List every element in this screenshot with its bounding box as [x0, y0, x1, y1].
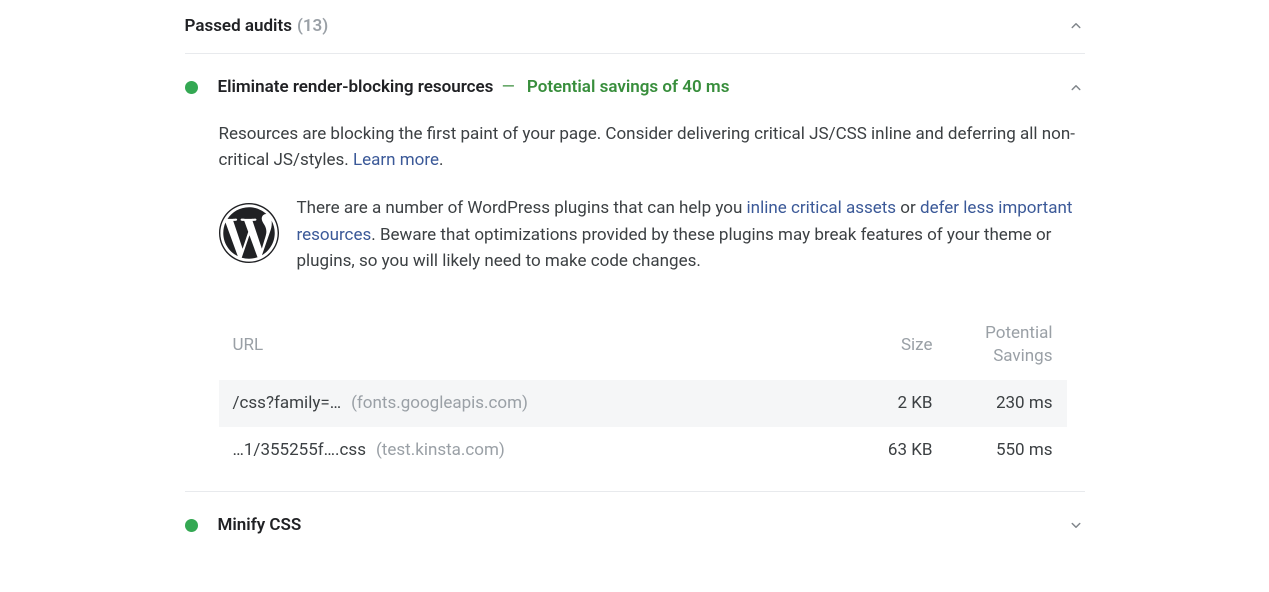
table-row: …1/355255f….css (test.kinsta.com) 63 KB … [219, 427, 1067, 473]
inline-critical-assets-link[interactable]: inline critical assets [747, 198, 897, 218]
audit-eliminate-render-blocking: Eliminate render-blocking resources — Pot… [185, 54, 1085, 492]
audit-header[interactable]: Eliminate render-blocking resources — Pot… [185, 54, 1085, 120]
wordpress-icon [219, 203, 279, 263]
resources-table: URL Size Potential Savings /css?family=…… [219, 310, 1085, 473]
wordpress-tip: There are a number of WordPress plugins … [219, 195, 1085, 300]
col-url: URL [233, 332, 843, 358]
dash-separator: — [497, 77, 515, 97]
chevron-up-icon [1067, 79, 1085, 97]
resource-origin: (test.kinsta.com) [376, 437, 505, 463]
status-dot-pass-icon [185, 81, 198, 94]
resource-savings: 550 ms [933, 437, 1053, 463]
table-header: URL Size Potential Savings [219, 310, 1067, 380]
chevron-up-icon [1067, 17, 1085, 35]
wordpress-tip-text: There are a number of WordPress plugins … [297, 195, 1085, 274]
audit-minify-css: Minify CSS [185, 492, 1085, 548]
audit-title: Eliminate render-blocking resources [218, 74, 494, 100]
audit-savings: Potential savings of 40 ms [527, 77, 730, 97]
audit-title: Minify CSS [218, 512, 302, 538]
resource-savings: 230 ms [933, 390, 1053, 416]
audit-body: Resources are blocking the first paint o… [185, 121, 1085, 491]
audit-header[interactable]: Minify CSS [185, 492, 1085, 548]
status-dot-pass-icon [185, 519, 198, 532]
chevron-down-icon [1067, 516, 1085, 534]
passed-audits-title: Passed audits [185, 13, 292, 39]
resource-path: …1/355255f….css [233, 437, 366, 463]
col-savings: Potential Savings [933, 320, 1053, 370]
passed-audits-count: (13) [297, 13, 328, 39]
learn-more-link[interactable]: Learn more [353, 150, 439, 170]
resource-size: 63 KB [843, 437, 933, 463]
passed-audits-header[interactable]: Passed audits (13) [185, 6, 1085, 54]
col-size: Size [843, 332, 933, 358]
resource-size: 2 KB [843, 390, 933, 416]
resource-path: /css?family=… [233, 390, 342, 416]
resource-origin: (fonts.googleapis.com) [351, 390, 528, 416]
audit-description: Resources are blocking the first paint o… [219, 121, 1085, 174]
table-row: /css?family=… (fonts.googleapis.com) 2 K… [219, 380, 1067, 426]
